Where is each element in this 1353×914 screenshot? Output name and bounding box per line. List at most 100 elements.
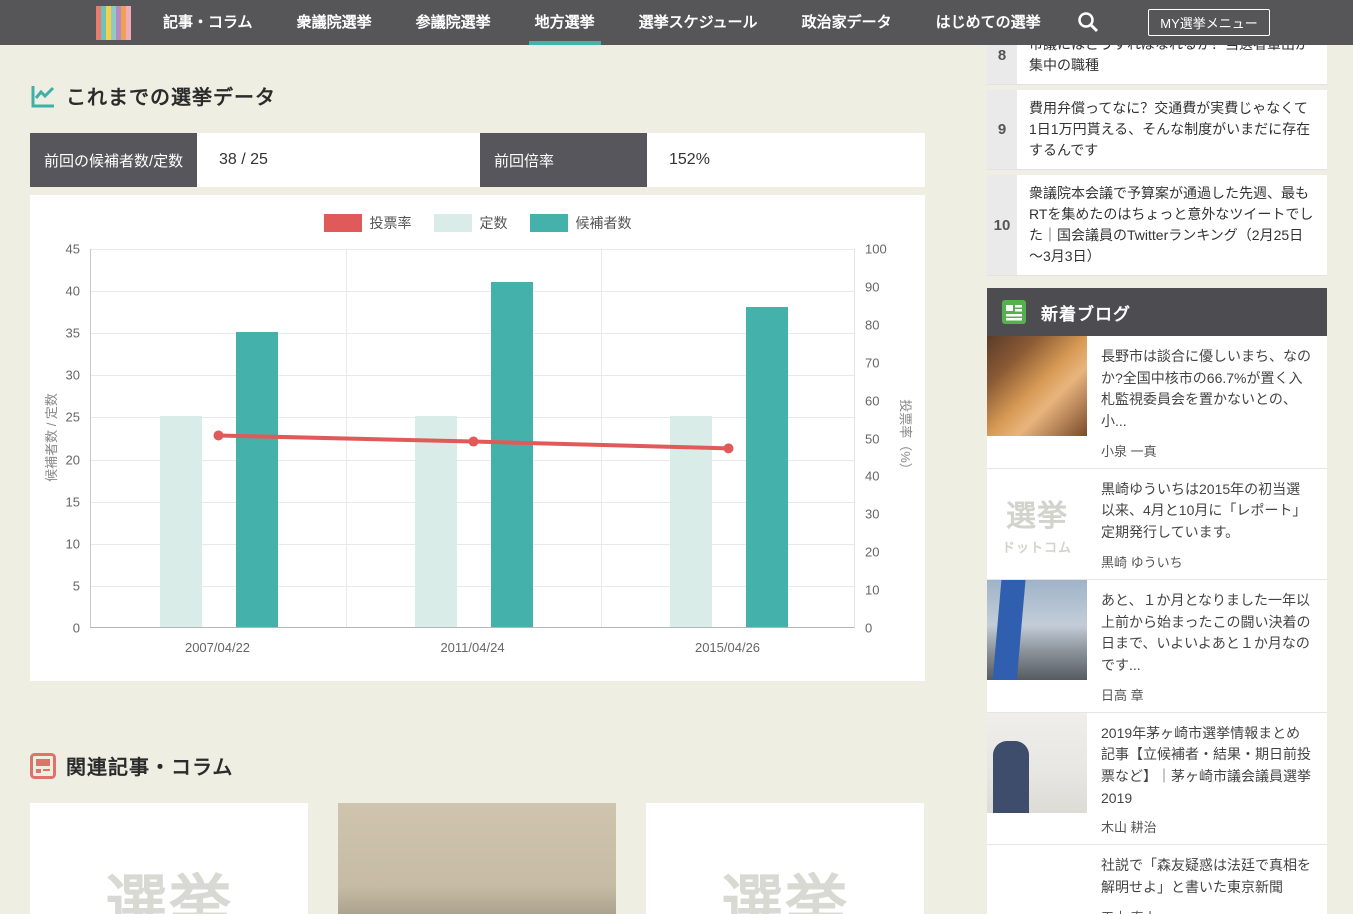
y-tick: 60: [865, 393, 879, 408]
left-axis-label: 候補者数 / 定数: [41, 393, 60, 482]
ranking-item-title[interactable]: 衆議院本会議で予算案が通過した先週、最もRTを集めたのはちょっと意外なツイートで…: [1017, 175, 1327, 275]
related-article-cards: 選挙 ドットコム 選挙 ドットコム: [30, 803, 925, 914]
blog-icon: [1001, 299, 1027, 325]
legend-label: 定数: [480, 213, 508, 233]
blog-thumbnail-logo-placeholder: 選挙 ドットコム: [987, 469, 1087, 569]
y-tick: 0: [865, 621, 872, 636]
y-tick: 40: [66, 284, 80, 299]
ranking-item[interactable]: 9 費用弁償ってなに？交通費が実費じゃなくて1日1万円貰える、そんな制度がいまだ…: [987, 90, 1327, 175]
article-card[interactable]: 選挙 ドットコム: [646, 803, 924, 914]
blog-item-author: 天木 直人: [1101, 907, 1313, 914]
blog-item[interactable]: あと、１か月となりました一年以上前から始まったこの闘い決着の日まで、いよいよあと…: [987, 580, 1327, 713]
ranking-item[interactable]: 10 衆議院本会議で予算案が通過した先週、最もRTを集めたのはちょっと意外なツイ…: [987, 175, 1327, 281]
election-history-chart: 投票率定数候補者数 051015202530354045 01020304050…: [30, 195, 925, 681]
article-card-photo[interactable]: [338, 803, 616, 914]
legend-label: 投票率: [370, 213, 412, 233]
stats-value: 38 / 25: [197, 133, 480, 187]
legend-item[interactable]: 投票率: [324, 213, 412, 233]
y-tick: 100: [865, 242, 887, 257]
related-articles-section-header: 関連記事・コラム: [30, 751, 233, 780]
legend-swatch: [434, 214, 472, 232]
y-tick: 5: [73, 578, 80, 593]
stats-label: 前回の候補者数/定数: [30, 133, 197, 187]
blog-thumbnail: [987, 713, 1087, 813]
rank-number: 10: [987, 175, 1017, 275]
line-chart-icon: [30, 83, 56, 109]
y-tick: 70: [865, 355, 879, 370]
x-tick-label: 2011/04/24: [440, 640, 504, 655]
nav-item[interactable]: 記事・コラム: [163, 0, 253, 45]
logo-text-main: 選挙: [646, 853, 924, 914]
blog-item-title[interactable]: 黒崎ゆういちは2015年の初当選以来、4月と10月に「レポート」定期発行していま…: [1101, 479, 1313, 544]
newspaper-icon: [30, 753, 56, 779]
blog-item-author: 木山 耕治: [1101, 817, 1313, 836]
x-tick-label: 2007/04/22: [185, 640, 250, 655]
logo-text-main: 選挙: [30, 853, 308, 914]
blog-item-author: 小泉 一真: [1101, 441, 1313, 460]
section-title: 関連記事・コラム: [66, 751, 233, 780]
y-tick: 10: [66, 536, 80, 551]
stats-label: 前回倍率: [480, 133, 647, 187]
y-tick: 30: [865, 507, 879, 522]
nav-menu: 記事・コラム衆議院選挙参議院選挙地方選挙選挙スケジュール政治家データはじめての選…: [163, 0, 1041, 45]
blog-thumbnail: [987, 580, 1087, 680]
page: 8 市議にはどうすればなれるか？当選者輩出が集中の職種 9 費用弁償ってなに？交…: [0, 0, 1353, 914]
logo-text-sub: ドットコム: [987, 537, 1087, 556]
blog-thumbnail: [987, 336, 1087, 436]
x-tick-label: 2015/04/26: [695, 640, 760, 655]
nav-item[interactable]: 地方選挙: [535, 0, 595, 45]
blog-section-title: 新着ブログ: [1041, 300, 1131, 325]
blog-item-title[interactable]: 長野市は談合に優しいまち、なのか?全国中核市の66.7%が置く入札監視委員会を置…: [1101, 346, 1313, 433]
blog-item-author: 日高 章: [1101, 685, 1313, 704]
site-logo[interactable]: [96, 6, 131, 40]
blog-thumbnail-empty: [987, 845, 1087, 914]
blog-item-title[interactable]: 社説で「森友疑惑は法廷で真相を解明せよ」と書いた東京新聞: [1101, 855, 1313, 898]
nav-item[interactable]: 選挙スケジュール: [639, 0, 758, 45]
y-tick: 20: [66, 452, 80, 467]
y-tick: 90: [865, 279, 879, 294]
blog-section-header: 新着ブログ: [987, 288, 1327, 336]
turnout-line: [91, 249, 856, 628]
ranking-list: 8 市議にはどうすればなれるか？当選者輩出が集中の職種 9 費用弁償ってなに？交…: [987, 26, 1327, 281]
blog-item[interactable]: 2019年茅ヶ崎市選挙情報まとめ記事【立候補者・結果・期日前投票など】｜茅ヶ崎市…: [987, 713, 1327, 846]
blog-item-title[interactable]: 2019年茅ヶ崎市選挙情報まとめ記事【立候補者・結果・期日前投票など】｜茅ヶ崎市…: [1101, 723, 1313, 810]
chart-legend: 投票率 定数 候補者数: [30, 213, 925, 233]
logo-text-main: 選挙: [987, 491, 1087, 535]
y-tick: 0: [73, 621, 80, 636]
search-icon[interactable]: [1076, 10, 1100, 34]
y-tick: 25: [66, 410, 80, 425]
y-tick: 45: [66, 242, 80, 257]
legend-swatch: [530, 214, 568, 232]
y-tick: 40: [865, 469, 879, 484]
blog-item-author: 黒崎 ゆういち: [1101, 552, 1313, 571]
chart-plot: [90, 249, 855, 628]
stats-value: 152%: [647, 133, 925, 187]
right-axis-label: 投票率（%）: [897, 399, 916, 476]
article-card[interactable]: 選挙 ドットコム: [30, 803, 308, 914]
blog-item[interactable]: 社説で「森友疑惑は法廷で真相を解明せよ」と書いた東京新聞 天木 直人: [987, 845, 1327, 914]
previous-election-stats: 前回の候補者数/定数 38 / 25 前回倍率 152%: [30, 133, 925, 187]
my-election-menu-button[interactable]: MY選挙メニュー: [1148, 9, 1270, 36]
section-title: これまでの選挙データ: [66, 81, 276, 110]
nav-item[interactable]: 衆議院選挙: [297, 0, 372, 45]
y-tick: 15: [66, 494, 80, 509]
legend-item[interactable]: 定数: [434, 213, 508, 233]
y-tick: 50: [865, 431, 879, 446]
nav-item[interactable]: 参議院選挙: [416, 0, 491, 45]
nav-item[interactable]: 政治家データ: [802, 0, 892, 45]
blog-item[interactable]: 長野市は談合に優しいまち、なのか?全国中核市の66.7%が置く入札監視委員会を置…: [987, 336, 1327, 469]
ranking-item-title[interactable]: 費用弁償ってなに？交通費が実費じゃなくて1日1万円貰える、そんな制度がいまだに存…: [1017, 90, 1327, 169]
legend-swatch: [324, 214, 362, 232]
y-tick: 80: [865, 317, 879, 332]
legend-item[interactable]: 候補者数: [530, 213, 632, 233]
nav-item[interactable]: はじめての選挙: [936, 0, 1041, 45]
election-data-section-header: これまでの選挙データ: [30, 81, 276, 110]
rank-number: 9: [987, 90, 1017, 169]
blog-item[interactable]: 選挙 ドットコム 黒崎ゆういちは2015年の初当選以来、4月と10月に「レポート…: [987, 469, 1327, 580]
y-tick: 10: [865, 583, 879, 598]
legend-label: 候補者数: [576, 213, 632, 233]
y-tick: 20: [865, 545, 879, 560]
blog-item-title[interactable]: あと、１か月となりました一年以上前から始まったこの闘い決着の日まで、いよいよあと…: [1101, 590, 1313, 677]
y-tick: 30: [66, 368, 80, 383]
blog-list: 長野市は談合に優しいまち、なのか?全国中核市の66.7%が置く入札監視委員会を置…: [987, 336, 1327, 914]
